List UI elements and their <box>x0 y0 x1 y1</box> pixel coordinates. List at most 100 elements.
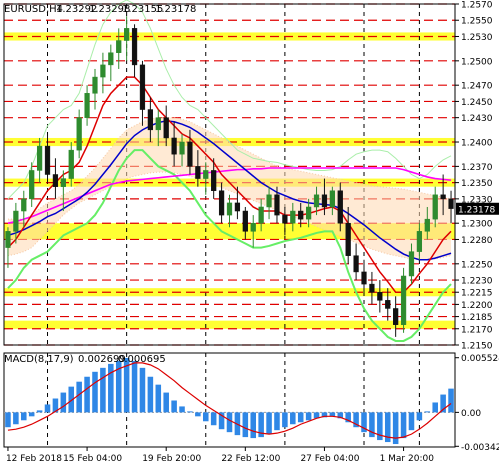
macd-bar <box>100 367 106 413</box>
candle-body <box>369 283 375 293</box>
macd-bar <box>202 412 209 422</box>
candle <box>108 44 114 82</box>
macd-bar <box>13 412 19 425</box>
current-price-label: 1.23178 <box>458 205 495 215</box>
candle-body <box>76 117 82 151</box>
candle-body <box>84 93 90 118</box>
candle-body <box>139 64 146 110</box>
macd-bar <box>297 412 304 423</box>
macd-bar <box>76 381 82 413</box>
candle-body <box>377 291 383 301</box>
candle-body <box>393 308 399 325</box>
candle-body <box>211 170 217 191</box>
macd-bar <box>290 412 296 425</box>
candle-body <box>68 149 74 179</box>
candle-body <box>226 202 233 216</box>
time-tick-label: 19 Feb 20:00 <box>142 454 201 464</box>
time-tick-label: 12 Feb 2018 <box>6 454 62 464</box>
price-tick-label: 1.2570 <box>461 1 493 11</box>
candle-body <box>218 190 225 216</box>
macd-tick-label: 0.005524 <box>461 354 499 364</box>
candle <box>52 158 59 199</box>
macd-bar <box>5 412 11 428</box>
macd-bar <box>171 400 177 413</box>
candle-body <box>195 166 201 179</box>
macd-bar <box>195 412 201 417</box>
macd-signal-value: 0.000695 <box>118 354 166 365</box>
macd-bar <box>250 412 257 439</box>
candle <box>124 16 130 61</box>
candle <box>100 52 106 94</box>
price-tick-label: 1.2450 <box>461 98 493 108</box>
candle-body <box>234 202 241 212</box>
candle-body <box>432 194 438 220</box>
candle-body <box>361 271 367 285</box>
candle-body <box>298 210 304 220</box>
chart-canvas[interactable]: 1.2570 1.2550 1.2530 1.2500 1.2470 1.2450 1.24… <box>0 0 499 466</box>
candle <box>92 68 98 110</box>
candle <box>377 280 383 313</box>
price-tick-label: 1.2300 <box>461 220 493 230</box>
macd-tick-label: -0.003429 <box>461 443 499 453</box>
candle <box>5 227 11 268</box>
time-tick-label: 15 Feb 04:00 <box>63 454 122 464</box>
macd-bar <box>274 412 280 431</box>
candle <box>76 109 82 159</box>
candle <box>226 194 233 228</box>
macd-bar <box>210 412 217 426</box>
candle-body <box>416 231 423 252</box>
macd-bar <box>60 392 67 413</box>
chart-title: EURUSD,H4 <box>4 4 63 15</box>
candle <box>84 85 90 126</box>
macd-bar <box>92 371 98 413</box>
macd-bar <box>139 367 146 413</box>
candle-body <box>131 28 138 66</box>
price-tick-label: 1.2215 <box>461 289 493 299</box>
macd-bar <box>266 412 272 435</box>
price-tick-label: 1.2370 <box>461 163 493 173</box>
candle-body <box>108 52 114 66</box>
candle-body <box>440 194 446 200</box>
time-tick-label: 27 Feb 04:00 <box>300 454 359 464</box>
macd-bar <box>448 388 454 413</box>
macd-bar <box>226 412 233 433</box>
candle-body <box>258 206 264 224</box>
macd-panel: 0.005524 0.00 -0.003429 <box>3 352 499 453</box>
macd-bar <box>242 412 249 438</box>
chart-window: 1.2570 1.2550 1.2530 1.2500 1.2470 1.2450 1.24… <box>0 0 499 466</box>
time-tick-label: 22 Feb 12:00 <box>221 454 280 464</box>
candle-body <box>155 117 161 131</box>
candle-body <box>242 210 248 232</box>
candle-body <box>400 275 407 325</box>
candle <box>139 60 146 126</box>
macd-bar <box>163 392 169 413</box>
macd-bar <box>155 384 162 413</box>
candle <box>131 24 138 78</box>
candle-body <box>290 210 296 224</box>
candle-body <box>313 194 320 208</box>
macd-bar <box>424 411 431 413</box>
price-tick-label: 1.2200 <box>461 301 493 311</box>
macd-bar <box>131 360 138 413</box>
candle <box>393 296 399 337</box>
macd-title: MACD(8,17,9) <box>4 354 74 365</box>
candle-body <box>385 300 391 309</box>
candle <box>361 259 367 293</box>
price-tick-label: 1.2430 <box>461 114 493 124</box>
candle <box>353 243 359 281</box>
macd-bar <box>36 410 43 413</box>
price-tick-label: 1.2250 <box>461 260 493 270</box>
price-tick-label: 1.2530 <box>461 33 493 43</box>
candle-body <box>424 218 430 232</box>
price-tick-label: 1.2550 <box>461 17 493 27</box>
macd-bar <box>147 376 154 413</box>
candle-body <box>44 145 51 175</box>
price-tick-label: 1.2280 <box>461 236 493 246</box>
macd-bar <box>408 412 415 431</box>
macd-bar <box>84 376 90 413</box>
candle-body <box>92 76 98 94</box>
candle-body <box>100 64 106 78</box>
time-axis: 12 Feb 2018 15 Feb 04:00 19 Feb 20:00 22 Fe… <box>6 447 434 464</box>
candle-body <box>116 40 122 53</box>
candle-body <box>408 251 415 277</box>
